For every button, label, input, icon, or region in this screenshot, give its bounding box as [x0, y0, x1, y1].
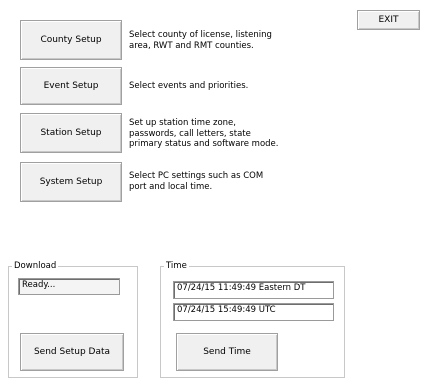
system-setup-button[interactable]: System Setup — [20, 162, 122, 202]
station-setup-button[interactable]: Station Setup — [20, 113, 122, 153]
download-group-label: Download — [12, 260, 59, 272]
utc-time-text: 07/24/15 15:49:49 UTC — [177, 305, 276, 315]
system-setup-label: System Setup — [39, 177, 103, 187]
send-setup-data-label: Send Setup Data — [33, 347, 111, 357]
exit-button[interactable]: EXIT — [357, 10, 420, 30]
utc-time-field: 07/24/15 15:49:49 UTC — [173, 303, 334, 321]
station-setup-label: Station Setup — [40, 128, 102, 138]
system-setup-description: Select PC settings such as COM port and … — [129, 171, 264, 192]
local-time-field: 07/24/15 11:49:49 Eastern DT — [173, 281, 334, 299]
county-setup-description: Select county of license, listening area… — [129, 30, 272, 51]
time-group-label: Time — [164, 260, 189, 272]
send-time-button[interactable]: Send Time — [176, 333, 278, 371]
event-setup-description: Select events and priorities. — [129, 81, 249, 91]
county-setup-button[interactable]: County Setup — [20, 20, 122, 60]
event-setup-button[interactable]: Event Setup — [20, 67, 122, 105]
county-setup-label: County Setup — [40, 35, 102, 45]
local-time-text: 07/24/15 11:49:49 Eastern DT — [177, 283, 306, 293]
send-time-label: Send Time — [203, 347, 251, 357]
exit-button-label: EXIT — [378, 15, 399, 25]
station-setup-description: Set up station time zone, passwords, cal… — [129, 118, 279, 149]
download-status-text: Ready... — [22, 280, 56, 290]
event-setup-label: Event Setup — [43, 81, 99, 91]
download-status-field: Ready... — [18, 278, 120, 295]
send-setup-data-button[interactable]: Send Setup Data — [20, 333, 124, 371]
